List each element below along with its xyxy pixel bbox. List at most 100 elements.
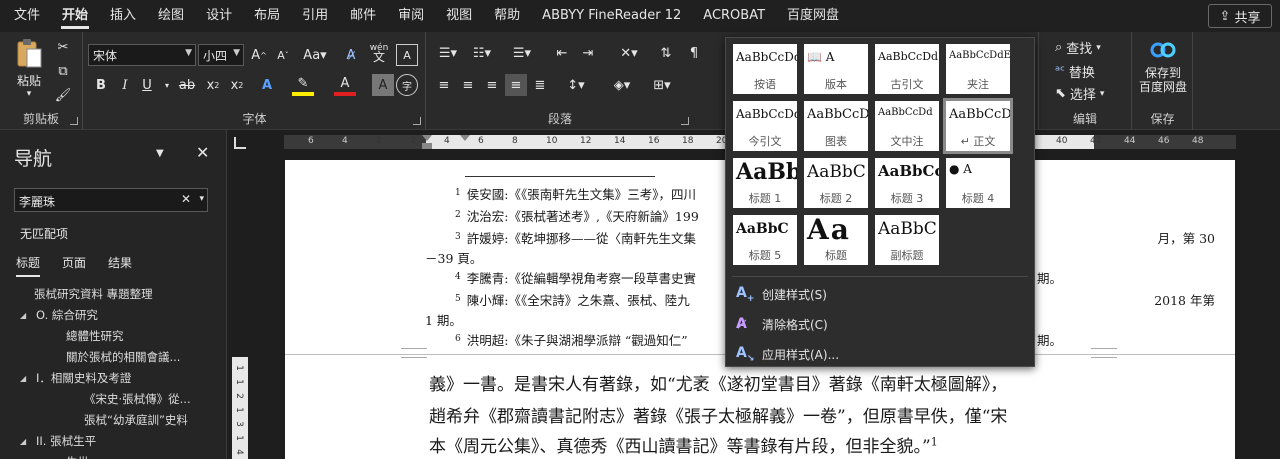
paragraph-launcher-icon[interactable]	[681, 117, 689, 125]
clear-search-icon[interactable]: ✕	[181, 192, 191, 206]
sort-icon[interactable]: ⇅	[655, 42, 677, 64]
first-line-indent-marker[interactable]	[422, 135, 432, 141]
subscript-icon[interactable]: x2	[202, 74, 224, 96]
nav-tab-results[interactable]: 结果	[108, 254, 132, 275]
distributed-icon[interactable]: ≣	[529, 74, 551, 96]
style-tile[interactable]: AaBbCcDd 图表	[804, 101, 868, 151]
underline-icon[interactable]: U	[136, 74, 158, 96]
style-tile[interactable]: AaBbCcDd 今引文	[733, 101, 797, 151]
collapse-toggle-icon[interactable]: ◢	[20, 305, 26, 326]
nav-heading-item[interactable]: 總體性研究	[0, 326, 226, 347]
menu-tab-2[interactable]: 插入	[99, 0, 147, 32]
chinese-layout-icon[interactable]: ✕▾	[611, 42, 647, 64]
find-button[interactable]: ⌕ 查找 ▾	[1055, 38, 1101, 57]
style-tile[interactable]: AaBbCc 标题 3	[875, 158, 939, 208]
clear-formatting-icon[interactable]: A̷	[340, 44, 362, 66]
nav-heading-item[interactable]: 《宋史·張栻傳》從...	[0, 389, 226, 410]
strikethrough-icon[interactable]: ab	[176, 74, 198, 96]
style-tile[interactable]: AaBb 标题 1	[733, 158, 797, 208]
numbering-icon[interactable]: ☷▾	[467, 42, 497, 64]
multilevel-list-icon[interactable]: ☰▾	[507, 42, 537, 64]
menu-tab-0[interactable]: 文件	[0, 0, 51, 32]
replace-button[interactable]: ᵃᶜ 替换	[1055, 62, 1095, 81]
collapse-toggle-icon[interactable]: ◢	[20, 368, 26, 389]
collapse-toggle-icon[interactable]: ◢	[50, 452, 56, 459]
menu-tab-1[interactable]: 开始	[51, 0, 99, 32]
decrease-indent-icon[interactable]: ⇤	[551, 42, 573, 64]
menu-tab-8[interactable]: 审阅	[387, 0, 435, 32]
char-shading-icon[interactable]: A	[372, 74, 394, 96]
clipboard-launcher-icon[interactable]	[70, 117, 78, 125]
nav-heading-item[interactable]: ◢ O. 綜合研究	[0, 305, 226, 326]
menu-tab-4[interactable]: 设计	[195, 0, 243, 32]
shrink-font-icon[interactable]: Aˇ	[272, 44, 294, 66]
font-name-combo[interactable]: 宋体 ▼	[88, 44, 196, 66]
show-marks-icon[interactable]: ¶	[683, 42, 705, 64]
share-button[interactable]: ⇪ 共享	[1208, 4, 1272, 28]
font-size-combo[interactable]: 小四 ▼	[198, 44, 244, 66]
style-tile[interactable]: AaBbCcDdE 夹注	[946, 44, 1010, 94]
nav-heading-item[interactable]: 關於張栻的相關會議...	[0, 347, 226, 368]
apply-styles-button[interactable]: A↘ 应用样式(A)...	[736, 342, 839, 366]
cut-icon[interactable]: ✂	[52, 36, 74, 58]
menu-tab-12[interactable]: ACROBAT	[692, 0, 776, 32]
text-effects-icon[interactable]: A	[256, 74, 278, 96]
nav-heading-item[interactable]: ◢ 生世	[0, 452, 226, 459]
nav-tab-headings[interactable]: 标题	[16, 254, 41, 277]
shading-icon[interactable]: ◈▾	[607, 74, 637, 96]
nav-heading-item[interactable]: 張栻“幼承庭訓”史料	[0, 410, 226, 431]
menu-tab-11[interactable]: ABBYY FineReader 12	[531, 0, 692, 32]
underline-dropdown-icon[interactable]: ▾	[156, 74, 178, 96]
create-style-button[interactable]: A+ 创建样式(S)	[736, 282, 827, 306]
align-center-icon[interactable]: ≡	[457, 74, 479, 96]
style-tile[interactable]: AaBbCcDd 古引文	[875, 44, 939, 94]
nav-heading-item[interactable]: 張栻研究資料 專題整理	[0, 284, 226, 305]
style-tile[interactable]: AaBbCcDd 文中注	[875, 101, 939, 151]
hanging-indent-marker[interactable]	[460, 135, 470, 141]
clear-formatting-button[interactable]: A̷ 清除格式(C)	[736, 312, 828, 336]
style-tile[interactable]: AaBbC 副标题	[875, 215, 939, 265]
save-to-baidu-button[interactable]: 保存到 百度网盘	[1135, 38, 1191, 94]
menu-tab-7[interactable]: 邮件	[339, 0, 387, 32]
style-tile[interactable]: Aa 标题	[804, 215, 868, 265]
collapse-toggle-icon[interactable]: ◢	[20, 431, 26, 452]
style-tile[interactable]: 📖 A 版本	[804, 44, 868, 94]
font-launcher-icon[interactable]	[413, 117, 421, 125]
copy-icon[interactable]: ⧉	[52, 60, 74, 82]
char-border-icon[interactable]: A	[396, 44, 418, 66]
bold-icon[interactable]: B	[90, 74, 112, 96]
line-spacing-icon[interactable]: ↕▾	[561, 74, 591, 96]
menu-tab-6[interactable]: 引用	[291, 0, 339, 32]
close-icon[interactable]: ✕	[196, 143, 209, 162]
align-right-icon[interactable]: ≡	[481, 74, 503, 96]
chevron-down-icon[interactable]: ▾	[199, 194, 204, 204]
change-case-icon[interactable]: Aa▾	[300, 44, 330, 66]
increase-indent-icon[interactable]: ⇥	[577, 42, 599, 64]
enclose-char-icon[interactable]: 字	[396, 74, 418, 96]
format-painter-icon[interactable]: 🖌	[52, 84, 74, 106]
select-button[interactable]: ⬉ 选择 ▾	[1055, 84, 1104, 103]
nav-options-icon[interactable]: ▼	[156, 148, 164, 159]
menu-tab-10[interactable]: 帮助	[483, 0, 531, 32]
phonetic-guide-icon[interactable]: wén 文	[368, 42, 390, 64]
nav-search-input[interactable]: 李麗珠 ✕ ▾	[14, 188, 208, 212]
left-indent-marker[interactable]	[422, 143, 432, 149]
style-tile[interactable]: ● A 标题 4	[946, 158, 1010, 208]
borders-icon[interactable]: ⊞▾	[647, 74, 677, 96]
nav-heading-item[interactable]: ◢ I．相關史料及考證	[0, 368, 226, 389]
style-tile[interactable]: AaBbCcDd ↵ 正文	[943, 98, 1013, 154]
nav-heading-item[interactable]: ◢ II. 張栻生平	[0, 431, 226, 452]
align-left-icon[interactable]: ≡	[433, 74, 455, 96]
menu-tab-3[interactable]: 绘图	[147, 0, 195, 32]
paste-button[interactable]: 粘贴 ▾	[10, 38, 48, 99]
bullets-icon[interactable]: ☰▾	[433, 42, 463, 64]
nav-tab-pages[interactable]: 页面	[62, 254, 86, 275]
justify-icon[interactable]: ≡	[505, 74, 527, 96]
tab-selector-icon[interactable]	[234, 137, 246, 149]
superscript-icon[interactable]: x2	[226, 74, 248, 96]
paste-dropdown-icon[interactable]: ▾	[10, 89, 48, 99]
menu-tab-9[interactable]: 视图	[435, 0, 483, 32]
highlight-icon[interactable]: ✎	[292, 74, 314, 96]
grow-font-icon[interactable]: A ^	[248, 44, 270, 66]
italic-icon[interactable]: I	[114, 74, 136, 96]
